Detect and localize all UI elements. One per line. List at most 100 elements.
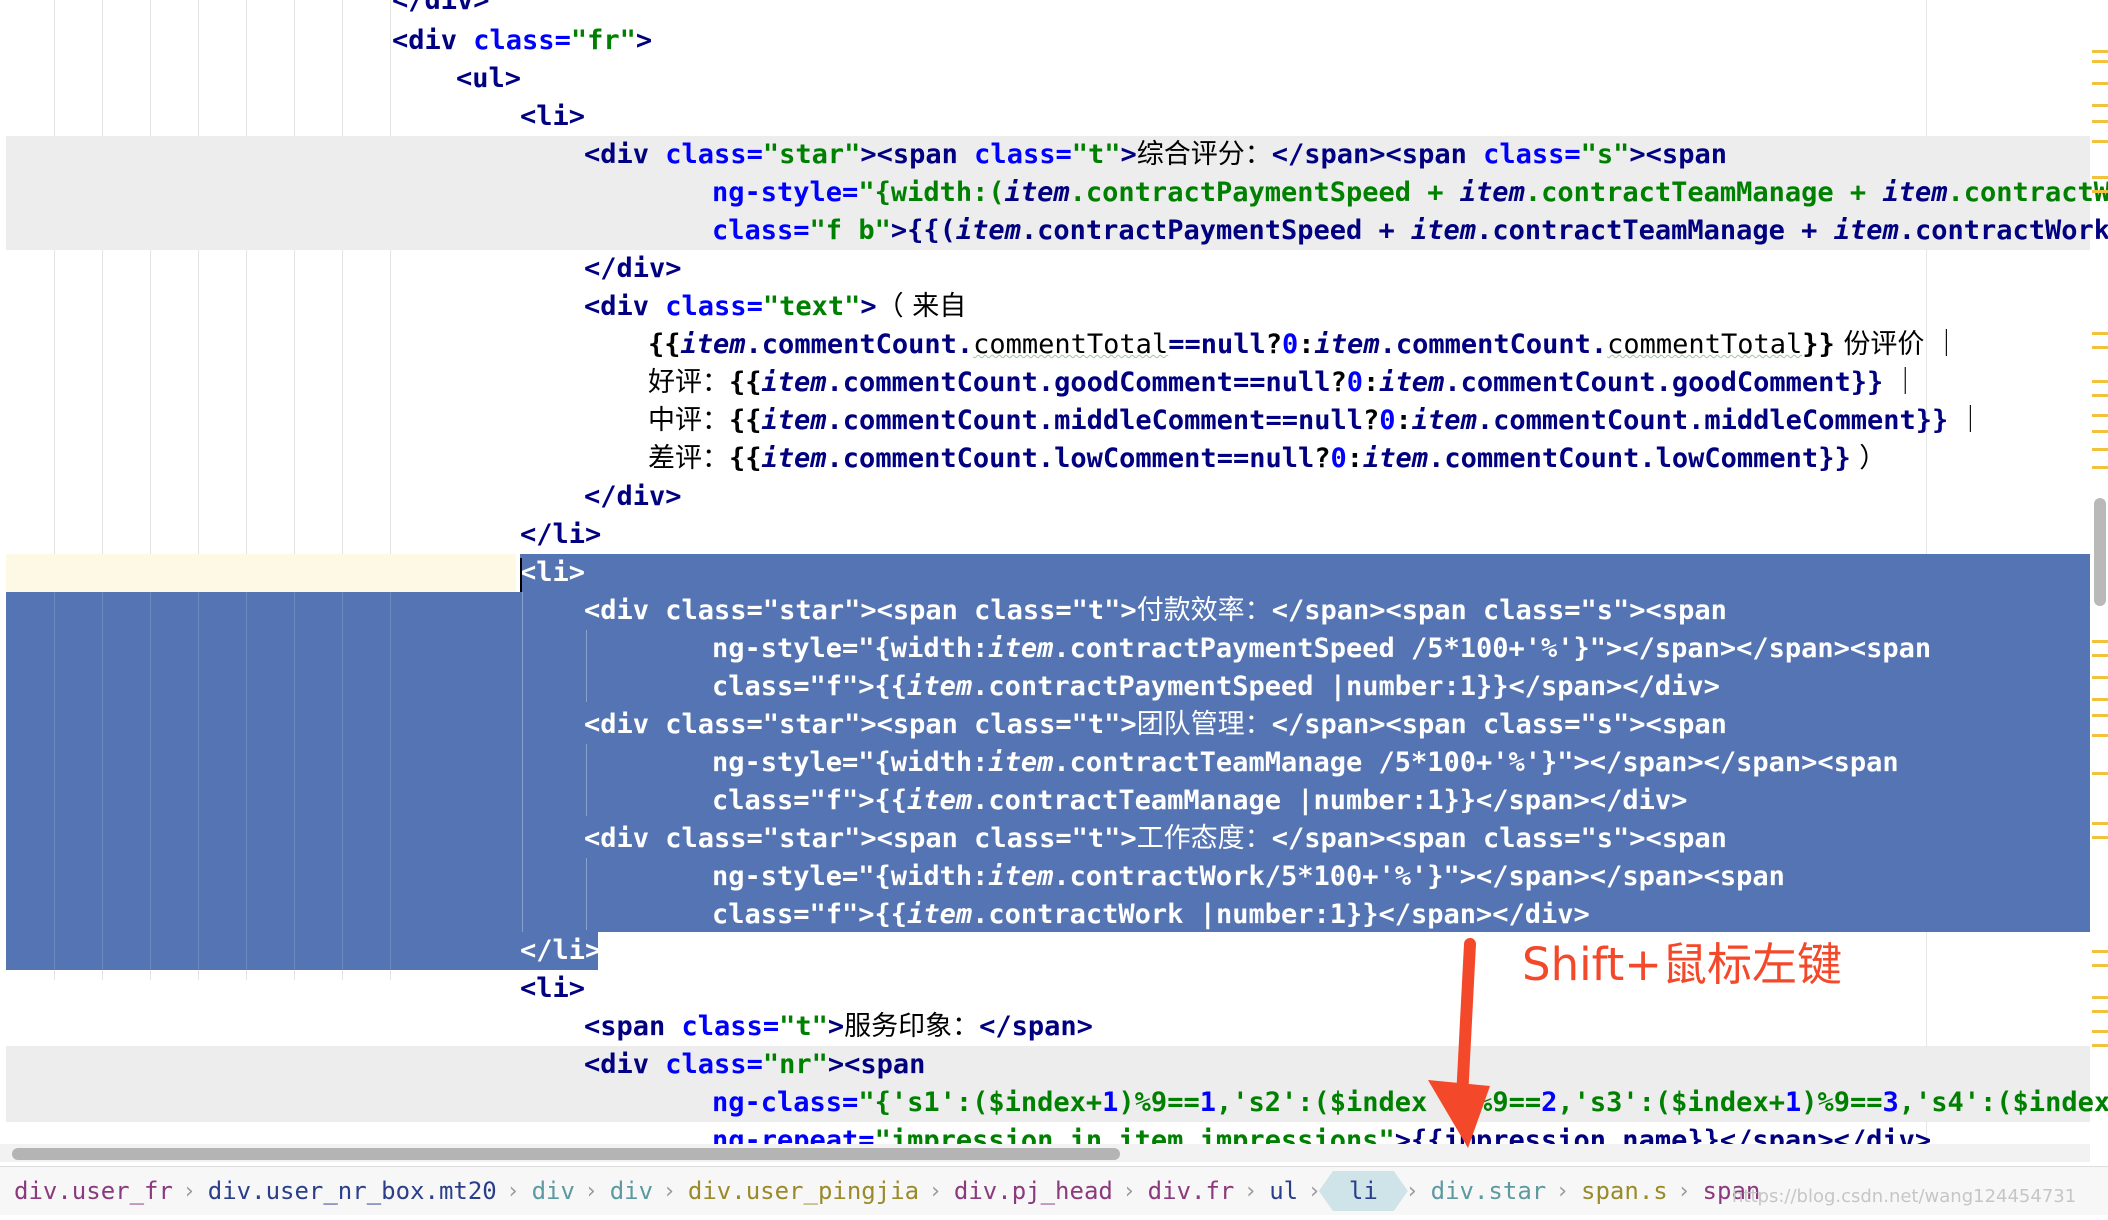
breadcrumb-separator: › (1124, 1178, 1134, 1204)
code-token: item (955, 215, 1021, 246)
breadcrumb-separator: › (184, 1178, 194, 1204)
code-token: ,'s2':($index (1215, 1087, 1428, 1118)
code-line: </li> (520, 932, 601, 970)
breadcrumb-item[interactable]: div.star (1417, 1177, 1559, 1205)
watermark: https://blog.csdn.net/wang124454731 (1732, 1186, 2077, 1207)
code-token: : (1363, 367, 1380, 398)
marker (2092, 1030, 2108, 1033)
code-token: class= (649, 139, 763, 170)
code-token: "nr" (762, 1049, 828, 1080)
breadcrumb-item[interactable]: div.user_nr_box.mt20 (194, 1177, 509, 1205)
code-line: ng-style="{width:item.contractPaymentSpe… (712, 630, 1931, 668)
code-token: ==null (1168, 329, 1266, 360)
breadcrumb-separator: › (586, 1178, 596, 1204)
code-token: 0 (1379, 405, 1396, 436)
horizontal-scrollbar-thumb[interactable] (12, 1148, 1120, 1160)
code-line: <div class="star"><span class="t">综合评分：<… (584, 136, 1727, 174)
code-line: <div class="fr"> (392, 22, 652, 60)
breadcrumb-item[interactable]: div.pj_head (940, 1177, 1125, 1205)
current-line-highlight (6, 554, 516, 592)
breadcrumb-separator: › (1246, 1178, 1256, 1204)
code-token: ng-repeat= (712, 1125, 875, 1144)
code-token: 工作态度： (1136, 823, 1272, 854)
code-token: .contractPaymentSpeed + (1069, 177, 1460, 208)
code-line: 好评：{{item.commentCount.goodComment==null… (648, 364, 1919, 402)
code-token: .contractWork/5*100+'%'}"></span></span>… (1053, 861, 1785, 892)
vertical-scrollbar-thumb[interactable] (2094, 498, 2106, 606)
marker (2092, 950, 2108, 953)
code-token: .commentCount. (745, 329, 974, 360)
code-token: ==null (1232, 367, 1331, 398)
code-token: </li> (520, 519, 602, 550)
code-token: : (1346, 443, 1364, 474)
code-token: （ 来自 (876, 291, 967, 322)
breadcrumb-item[interactable]: span.s (1567, 1177, 1680, 1205)
code-token: <li> (520, 973, 586, 1004)
code-token: ><span (827, 1049, 926, 1080)
breadcrumb-item[interactable]: ul (1255, 1177, 1310, 1205)
code-token: 份评价 ｜ (1834, 329, 1960, 360)
code-token: commentTotal (1607, 329, 1803, 360)
code-line: 中评：{{item.commentCount.middleComment==nu… (648, 402, 1984, 440)
marker (2092, 772, 2108, 775)
code-token: ? (1363, 405, 1380, 436)
breadcrumb-separator: › (665, 1178, 674, 1204)
code-token: ng-style= (712, 177, 859, 208)
code-token: .commentCount.goodComment (826, 367, 1233, 398)
code-token: item (907, 899, 973, 930)
code-token: >{{impression.name}}</span></div> (1394, 1125, 1932, 1144)
code-token: .commentCount.lowComment (826, 443, 1217, 474)
breadcrumb-item[interactable]: div (518, 1177, 587, 1205)
code-token: 3 (1882, 1087, 1899, 1118)
marker (2092, 380, 2108, 383)
code-token: .commentCount.lowComment}} (1428, 443, 1851, 474)
code-token: .commentCount.middleComment}} (1476, 405, 1949, 436)
code-token: <div class="star"><span class="t"> (584, 709, 1137, 740)
breadcrumb-item[interactable]: div.user_fr (0, 1177, 185, 1205)
marker (2092, 640, 2108, 643)
tag-highlight-row (6, 1046, 2090, 1084)
code-token: "t" (779, 1011, 828, 1042)
code-line: <li> (520, 970, 585, 1008)
code-token: <ul> (456, 63, 522, 94)
code-token: ? (1330, 367, 1347, 398)
code-editor[interactable]: </div> <div class="fr"> <ul> <li> <div c… (0, 0, 2108, 1220)
code-token: item (988, 861, 1054, 892)
code-token: item (761, 405, 827, 436)
code-token: item (907, 671, 973, 702)
breadcrumb-item[interactable]: div.fr (1134, 1177, 1247, 1205)
marker (2092, 346, 2108, 349)
code-token: ,'s4':($index+ (1898, 1087, 2108, 1118)
marker (2092, 414, 2108, 417)
indent-guide (390, 592, 391, 970)
code-token: class="f">{{ (712, 785, 908, 816)
code-token: item (1379, 367, 1445, 398)
code-token: </span><span (1271, 139, 1467, 170)
code-token: <div class="star"><span class="t"> (584, 823, 1137, 854)
marker (2092, 176, 2108, 179)
text-caret (520, 558, 522, 592)
breadcrumb-item[interactable]: div.user_pingjia (674, 1177, 931, 1205)
indent-guide (586, 858, 587, 930)
code-line: </div> (584, 250, 682, 288)
breadcrumb-item[interactable]: li (1319, 1171, 1408, 1211)
code-token: item (988, 633, 1054, 664)
marker (2092, 120, 2108, 123)
code-line: ng-repeat="impression in item.impression… (712, 1122, 1931, 1144)
code-token: "{width:( (858, 177, 1005, 208)
code-token: }} (1802, 329, 1835, 360)
breadcrumb-separator: › (1558, 1178, 1568, 1204)
code-line: <li> (520, 554, 585, 592)
marker (2092, 1044, 2108, 1047)
code-line: class="f b">{{(item.contractPaymentSpeed… (712, 212, 2108, 250)
code-token: class= (712, 215, 810, 246)
indent-guide (150, 592, 151, 970)
code-token: "s" (1580, 139, 1630, 170)
indent-guide (294, 592, 295, 970)
breadcrumb-item[interactable]: div (596, 1177, 665, 1205)
code-token: .contractTeamManage |number:1}}</span></… (972, 785, 1688, 816)
marker (2092, 430, 2108, 433)
code-token: "fr" (570, 25, 636, 56)
breadcrumb-separator: › (1679, 1178, 1689, 1204)
code-token: > (1120, 139, 1137, 170)
